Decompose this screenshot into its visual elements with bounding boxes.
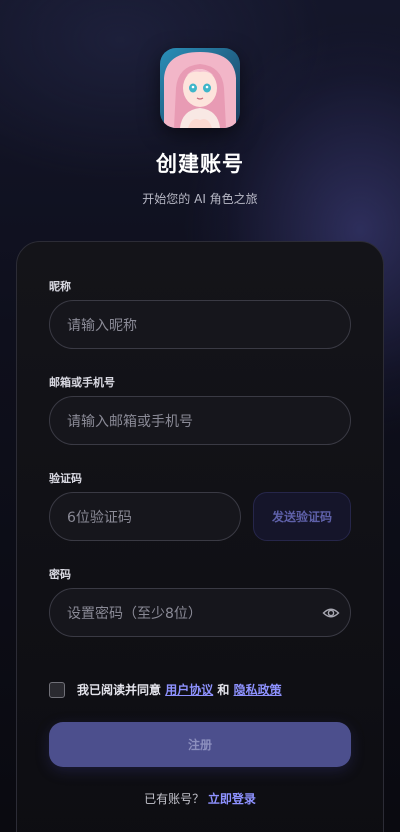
send-code-button[interactable]: 发送验证码 (253, 492, 351, 541)
login-link[interactable]: 立即登录 (208, 792, 256, 806)
account-placeholder: 请输入邮箱或手机号 (67, 413, 193, 430)
terms-link[interactable]: 用户协议 (165, 683, 213, 697)
register-button[interactable]: 注册 (49, 722, 351, 767)
login-row: 已有账号？ 立即登录 (0, 790, 400, 807)
agreement-prefix: 我已阅读并同意 (77, 683, 166, 697)
agreement-checkbox[interactable] (49, 682, 65, 698)
agreement-text: 我已阅读并同意 用户协议 和 隐私政策 (77, 682, 282, 698)
password-input[interactable]: 设置密码（至少8位） (49, 588, 351, 637)
agreement-and: 和 (213, 683, 234, 697)
code-label: 验证码 (49, 472, 82, 485)
privacy-link[interactable]: 隐私政策 (234, 683, 282, 697)
nickname-label: 昵称 (49, 280, 71, 293)
password-label: 密码 (49, 568, 71, 581)
nickname-placeholder: 请输入昵称 (67, 317, 137, 334)
account-input[interactable]: 请输入邮箱或手机号 (49, 396, 351, 445)
password-placeholder: 设置密码（至少8位） (67, 605, 202, 622)
eye-icon[interactable] (322, 604, 340, 622)
account-label: 邮箱或手机号 (49, 376, 115, 389)
app-avatar (160, 48, 240, 128)
page-title: 创建账号 (156, 152, 244, 176)
login-prompt: 已有账号？ (144, 792, 208, 806)
page-subtitle: 开始您的 AI 角色之旅 (142, 192, 258, 206)
code-placeholder: 6位验证码 (67, 509, 132, 526)
code-input[interactable]: 6位验证码 (49, 492, 241, 541)
nickname-input[interactable]: 请输入昵称 (49, 300, 351, 349)
